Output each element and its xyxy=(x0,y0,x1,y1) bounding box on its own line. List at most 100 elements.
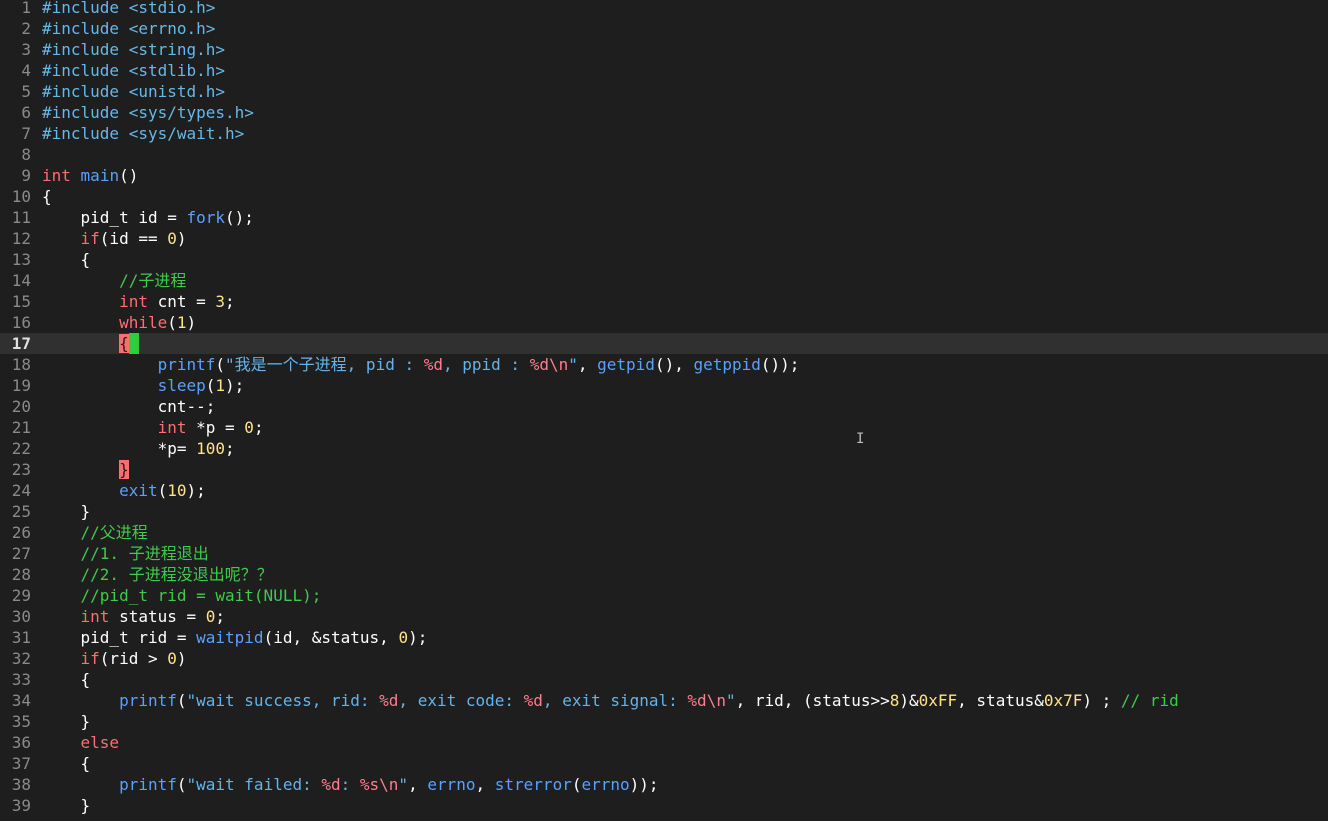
code-token: printf xyxy=(157,355,216,374)
code-token: pid_t rid = xyxy=(42,628,197,647)
code-token: 100 xyxy=(196,439,226,458)
code-line[interactable]: 36 else xyxy=(0,732,1328,753)
code-token: { xyxy=(42,670,91,689)
code-line[interactable]: 8 xyxy=(0,144,1328,165)
line-code: { xyxy=(42,249,91,270)
code-line[interactable]: 27 //1. 子进程退出 xyxy=(0,543,1328,564)
code-token: "我是一个子进程, pid : xyxy=(225,355,424,374)
code-token: if xyxy=(80,229,100,248)
code-line[interactable]: 33 { xyxy=(0,669,1328,690)
code-token: ; xyxy=(225,439,235,458)
code-line[interactable]: 39 } xyxy=(0,795,1328,816)
code-token: (id == xyxy=(99,229,168,248)
code-token: #include xyxy=(42,40,129,59)
code-token: //2. 子进程没退出呢？？ xyxy=(80,565,273,584)
code-line[interactable]: 16 while(1) xyxy=(0,312,1328,333)
line-number: 38 xyxy=(11,775,31,794)
code-line[interactable]: 3 #include <string.h> xyxy=(0,39,1328,60)
code-line[interactable]: 2 #include <errno.h> xyxy=(0,18,1328,39)
code-token: <unistd.h> xyxy=(128,82,226,101)
code-line[interactable]: 13 { xyxy=(0,249,1328,270)
code-token: )); xyxy=(629,775,659,794)
code-token: //pid_t rid = wait(NULL); xyxy=(80,586,322,605)
code-line[interactable]: 38 printf("wait failed: %d: %s\n", errno… xyxy=(0,774,1328,795)
code-line[interactable]: 24 exit(10); xyxy=(0,480,1328,501)
line-number: 36 xyxy=(11,733,31,752)
code-line[interactable]: 31 pid_t rid = waitpid(id, &status, 0); xyxy=(0,627,1328,648)
line-code: if(id == 0) xyxy=(42,228,187,249)
code-line[interactable]: 14 //子进程 xyxy=(0,270,1328,291)
code-line[interactable]: 12 if(id == 0) xyxy=(0,228,1328,249)
code-token: int xyxy=(42,166,71,185)
code-line[interactable]: 11 pid_t id = fork(); xyxy=(0,207,1328,228)
line-code: exit(10); xyxy=(42,480,206,501)
code-token: %d xyxy=(423,355,443,374)
line-code: { xyxy=(42,669,91,690)
code-token: <sys/types.h> xyxy=(128,103,254,122)
line-number: 23 xyxy=(11,460,31,479)
line-number: 39 xyxy=(11,796,31,815)
code-line[interactable]: 7 #include <sys/wait.h> xyxy=(0,123,1328,144)
code-line[interactable]: 19 sleep(1); xyxy=(0,375,1328,396)
code-line[interactable]: 34 printf("wait success, rid: %d, exit c… xyxy=(0,690,1328,711)
code-token: %s\n xyxy=(359,775,399,794)
code-line[interactable]: 22 *p= 100; xyxy=(0,438,1328,459)
code-line[interactable]: 15 int cnt = 3; xyxy=(0,291,1328,312)
code-line[interactable]: 6 #include <sys/types.h> xyxy=(0,102,1328,123)
code-token: { xyxy=(42,187,52,206)
code-token: 1 xyxy=(215,376,226,395)
code-line[interactable]: 9 int main() xyxy=(0,165,1328,186)
code-line[interactable]: 30 int status = 0; xyxy=(0,606,1328,627)
code-token: ( xyxy=(215,355,226,374)
code-line[interactable]: 1 #include <stdio.h> xyxy=(0,0,1328,18)
code-token: , xyxy=(408,775,428,794)
code-token: #include xyxy=(42,0,129,17)
code-line[interactable]: 20 cnt--; xyxy=(0,396,1328,417)
code-line[interactable]: 4 #include <stdlib.h> xyxy=(0,60,1328,81)
code-line[interactable]: 18 printf("我是一个子进程, pid : %d, ppid : %d\… xyxy=(0,354,1328,375)
code-line[interactable]: 35 } xyxy=(0,711,1328,732)
code-token: cnt--; xyxy=(42,397,216,416)
code-line[interactable]: 26 //父进程 xyxy=(0,522,1328,543)
code-line[interactable]: 32 if(rid > 0) xyxy=(0,648,1328,669)
code-token: getpid xyxy=(597,355,655,374)
line-code: } xyxy=(42,711,91,732)
code-token: ); xyxy=(186,481,206,500)
line-code: printf("wait success, rid: %d, exit code… xyxy=(42,690,1179,711)
code-line[interactable]: 10 { xyxy=(0,186,1328,207)
code-line[interactable]: 29 //pid_t rid = wait(NULL); xyxy=(0,585,1328,606)
code-token: #include xyxy=(42,19,129,38)
line-code: //1. 子进程退出 xyxy=(42,543,209,564)
line-number: 31 xyxy=(11,628,31,647)
code-token: , xyxy=(577,355,598,374)
line-code: //2. 子进程没退出呢？？ xyxy=(42,564,273,585)
code-token: ()); xyxy=(760,355,800,374)
code-token: %d\n xyxy=(687,691,726,710)
line-number: 19 xyxy=(11,376,31,395)
matched-brace: { xyxy=(119,334,129,353)
code-line[interactable]: 5 #include <unistd.h> xyxy=(0,81,1328,102)
code-line[interactable]: 28 //2. 子进程没退出呢？？ xyxy=(0,564,1328,585)
code-token: : xyxy=(340,775,360,794)
code-line[interactable]: 21 int *p = 0; xyxy=(0,417,1328,438)
line-code: *p= 100; xyxy=(42,438,235,459)
code-token: %d xyxy=(379,691,399,710)
code-token: (); xyxy=(225,208,254,227)
line-code: //子进程 xyxy=(42,270,186,291)
code-line[interactable]: 37 { xyxy=(0,753,1328,774)
code-line[interactable]: 17 { xyxy=(0,333,1328,354)
code-token: () xyxy=(119,166,139,185)
line-code: cnt--; xyxy=(42,396,216,417)
line-code: } xyxy=(42,501,91,522)
code-line[interactable]: 25 } xyxy=(0,501,1328,522)
code-token: ( xyxy=(263,628,274,647)
code-editor[interactable]: 1 #include <stdio.h> 2 #include <errno.h> 3 #… xyxy=(0,0,1328,821)
code-token: int xyxy=(80,607,110,626)
code-token: //子进程 xyxy=(119,271,187,290)
code-token: , ppid : xyxy=(443,355,530,374)
code-token: cnt = xyxy=(147,292,216,311)
line-number: 26 xyxy=(11,523,31,542)
code-line[interactable]: 23 } xyxy=(0,459,1328,480)
code-token: "wait failed: xyxy=(186,775,322,794)
